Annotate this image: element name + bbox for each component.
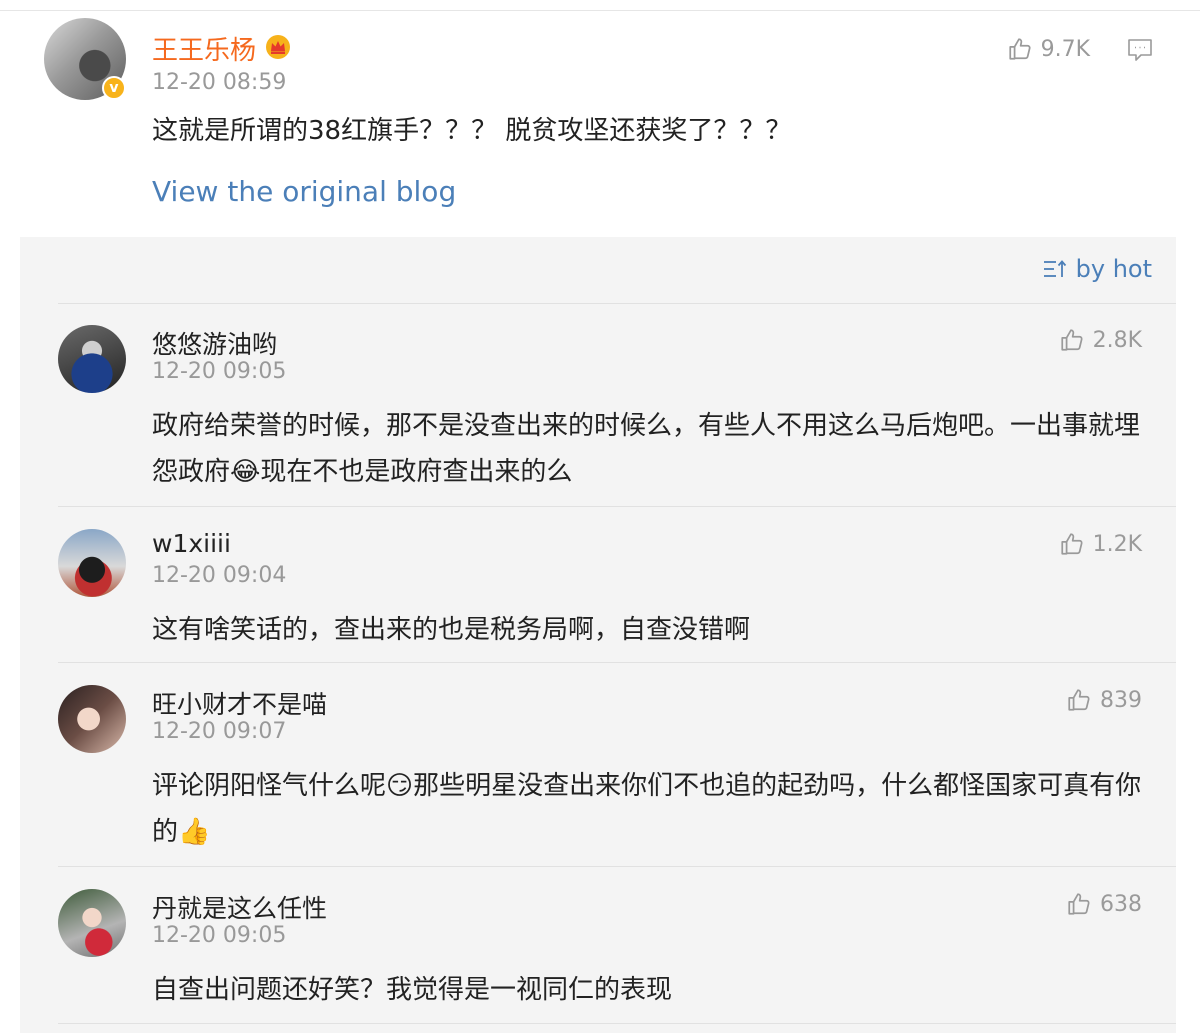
comment-item: w1xiiii 12-20 09:04 1.2K 这有啥笑话的，查出来的也是税务…: [20, 529, 1176, 659]
comment-item: 悠悠游油哟 12-20 09:05 2.8K 政府给荣誉的时候，那不是没查出来的…: [20, 325, 1176, 505]
comment-item: 旺小财才不是喵 12-20 09:07 839 评论阴阳怪气什么呢😏那些明星没查…: [20, 685, 1176, 865]
verified-badge-icon: v: [102, 76, 126, 100]
divider: [58, 303, 1176, 304]
post-text: 这就是所谓的38红旗手？？？ 脱贫攻坚还获奖了？？？: [152, 116, 792, 146]
thumbs-up-icon: [1068, 893, 1090, 915]
comment-timestamp: 12-20 09:07: [152, 719, 287, 744]
comments-panel: by hot 悠悠游油哟 12-20 09:05 2.8K 政府给荣誉的时候，那…: [20, 237, 1176, 1033]
post-timestamp: 12-20 08:59: [152, 70, 287, 95]
comment-like-button[interactable]: 638: [1066, 891, 1142, 917]
comment-like-button[interactable]: 1.2K: [1059, 531, 1142, 557]
thumbs-up-icon: [1008, 38, 1031, 60]
top-divider: [0, 10, 1200, 11]
commenter-name[interactable]: w1xiiii: [152, 529, 231, 558]
comment-icon[interactable]: [1126, 36, 1154, 64]
comment-like-button[interactable]: 2.8K: [1059, 327, 1142, 353]
comment-like-button[interactable]: 839: [1066, 687, 1142, 713]
commenter-avatar[interactable]: [58, 529, 126, 597]
post-like-button[interactable]: 9.7K: [1007, 36, 1090, 62]
commenter-name[interactable]: 悠悠游油哟: [152, 325, 277, 361]
comment-text: 自查出问题还好笑？我觉得是一视同仁的表现: [152, 975, 673, 1005]
commenter-name[interactable]: 旺小财才不是喵: [152, 685, 327, 721]
comment-like-count: 839: [1100, 687, 1142, 713]
thumbs-up-icon: [1060, 329, 1083, 351]
post-like-count: 9.7K: [1040, 36, 1090, 62]
view-original-blog-link[interactable]: View the original blog: [152, 175, 456, 208]
sort-label: by hot: [1075, 255, 1152, 283]
sort-by-hot-toggle[interactable]: by hot: [1042, 255, 1152, 283]
comment-text: 政府给荣誉的时候，那不是没查出来的时候么，有些人不用这么马后炮吧。一出事就埋怨政…: [152, 411, 1141, 487]
divider: [58, 866, 1176, 867]
commenter-avatar[interactable]: [58, 685, 126, 753]
comment-like-count: 2.8K: [1092, 327, 1142, 353]
comment-timestamp: 12-20 09:05: [152, 923, 287, 948]
thumbs-up-icon: [1068, 689, 1090, 711]
commenter-name[interactable]: 丹就是这么任性: [152, 889, 327, 925]
comment-like-count: 638: [1100, 891, 1142, 917]
comment-timestamp: 12-20 09:04: [152, 563, 287, 588]
comment-like-count: 1.2K: [1092, 531, 1142, 557]
comment-timestamp: 12-20 09:05: [152, 359, 287, 384]
divider: [58, 506, 1176, 507]
commenter-avatar[interactable]: [58, 889, 126, 957]
commenter-avatar[interactable]: [58, 325, 126, 393]
comment-item: 丹就是这么任性 12-20 09:05 638 自查出问题还好笑？我觉得是一视同…: [20, 889, 1176, 1019]
divider: [58, 662, 1176, 663]
sort-icon: [1043, 260, 1066, 277]
crown-icon: [266, 35, 290, 59]
divider: [58, 1023, 1176, 1024]
thumbs-up-icon: [1060, 533, 1083, 555]
post-author-name[interactable]: 王王乐杨: [152, 30, 256, 67]
comment-text: 这有啥笑话的，查出来的也是税务局啊，自查没错啊: [152, 615, 751, 645]
comment-text: 评论阴阳怪气什么呢😏那些明星没查出来你们不也追的起劲吗，什么都怪国家可真有你的👍: [152, 771, 1142, 847]
